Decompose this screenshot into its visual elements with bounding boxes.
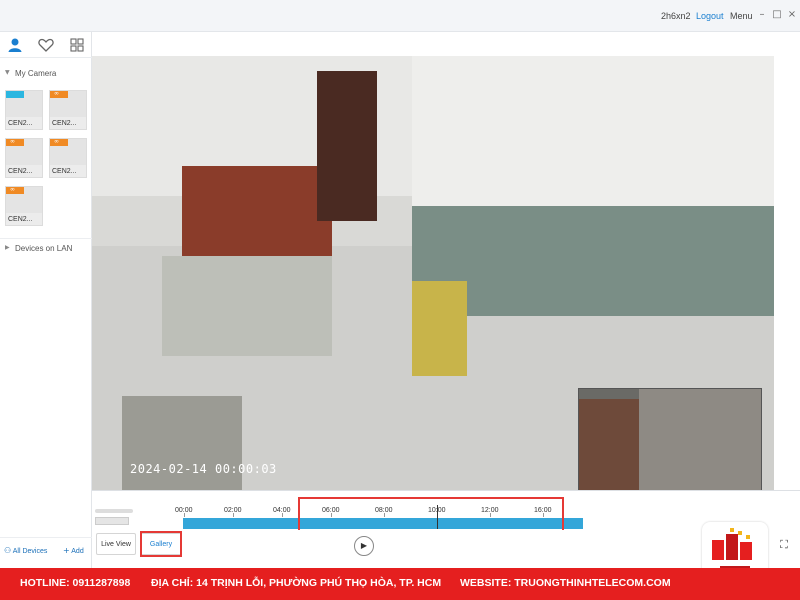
tab-favorites[interactable] [37,36,55,54]
playback-controls: Live View Gallery ▶ ⛶ [92,530,800,564]
footer-banner: HOTLINE: 0911287898 ĐỊA CHỈ: 14 TRỊNH LỖ… [0,568,800,600]
add-device-button[interactable]: + Add [63,546,84,555]
my-camera-label: My Camera [15,69,57,78]
minimize-button[interactable]: – [757,9,767,21]
timeline-tick [184,513,185,517]
add-label: Add [71,548,84,555]
banner-address: ĐỊA CHỈ: 14 TRỊNH LỖI, PHƯỜNG PHÚ THỌ HÒ… [151,577,442,589]
camera-tile[interactable]: CEN2... [5,90,43,130]
sidebar: ▼ My Camera CEN2... ∞ CEN2... ∞ CEN2... … [0,32,92,568]
menu-button[interactable]: Menu [730,11,753,21]
video-scene-part [162,256,332,356]
timeline-tick [233,513,234,517]
network-icon: ⚇ [4,546,12,555]
tab-devices[interactable] [6,36,24,54]
camera-name: CEN2... [52,168,77,175]
timeline-zoom-control[interactable] [95,517,129,525]
link-icon: ∞ [10,186,15,193]
username-label: 2h6xn2 [661,11,691,21]
all-devices-button[interactable]: ⚇ All Devices [4,546,47,555]
camera-tile[interactable]: ∞ CEN2... [5,138,43,178]
close-button[interactable]: × [787,9,797,21]
video-scene-part [412,281,467,376]
camera-status-flag: ∞ [6,138,24,146]
banner-hotline: HOTLINE: 0911287898 [20,577,131,589]
camera-name: CEN2... [8,168,33,175]
title-bar: 2h6xn2 Logout Menu – □ × [0,0,800,32]
link-icon: ∞ [54,90,59,97]
live-view-button[interactable]: Live View [96,533,136,555]
caret-right-icon: ▶ [5,244,10,251]
camera-name: CEN2... [52,120,77,127]
link-icon: ∞ [54,138,59,145]
gallery-button[interactable]: Gallery [140,533,182,555]
maximize-button[interactable]: □ [772,9,782,21]
banner-website: WEBSITE: TRUONGTHINHTELECOM.COM [460,577,671,589]
my-camera-header[interactable]: ▼ My Camera [0,64,92,84]
app-window: 2h6xn2 Logout Menu – □ × ▼ My Camera CEN… [0,0,800,600]
person-icon [8,38,22,52]
camera-tile[interactable]: ∞ CEN2... [49,138,87,178]
video-scene-part [317,71,377,221]
camera-name: CEN2... [8,216,33,223]
sidebar-footer: ⚇ All Devices + Add [0,537,92,562]
play-button[interactable]: ▶ [354,536,374,556]
video-scene-part [182,166,332,256]
grid-icon [70,38,84,52]
sidebar-tabs [0,32,92,58]
heart-icon [38,38,54,52]
timeline-tick [282,513,283,517]
link-icon: ∞ [10,138,15,145]
plus-icon: + [63,546,70,555]
camera-status-flag [6,91,24,98]
playback-timeline[interactable]: 00:0002:0004:0006:0008:0010:0012:0016:00 [92,490,800,535]
camera-status-flag: ∞ [50,138,68,146]
caret-down-icon: ▼ [5,69,10,76]
camera-status-flag: ∞ [50,90,68,98]
devices-on-lan-label: Devices on LAN [15,244,73,253]
camera-name: CEN2... [8,120,33,127]
fullscreen-button[interactable]: ⛶ [776,538,792,554]
camera-tile[interactable]: ∞ CEN2... [5,186,43,226]
tab-grid[interactable] [68,36,86,54]
video-scene-part [412,56,774,216]
camera-status-flag: ∞ [6,186,24,194]
logout-link[interactable]: Logout [696,11,724,21]
devices-on-lan-header[interactable]: ▶ Devices on LAN [0,238,92,258]
camera-tile[interactable]: ∞ CEN2... [49,90,87,130]
video-timestamp: 2024-02-14 00:00:03 [130,462,277,476]
all-devices-label: All Devices [12,548,48,555]
